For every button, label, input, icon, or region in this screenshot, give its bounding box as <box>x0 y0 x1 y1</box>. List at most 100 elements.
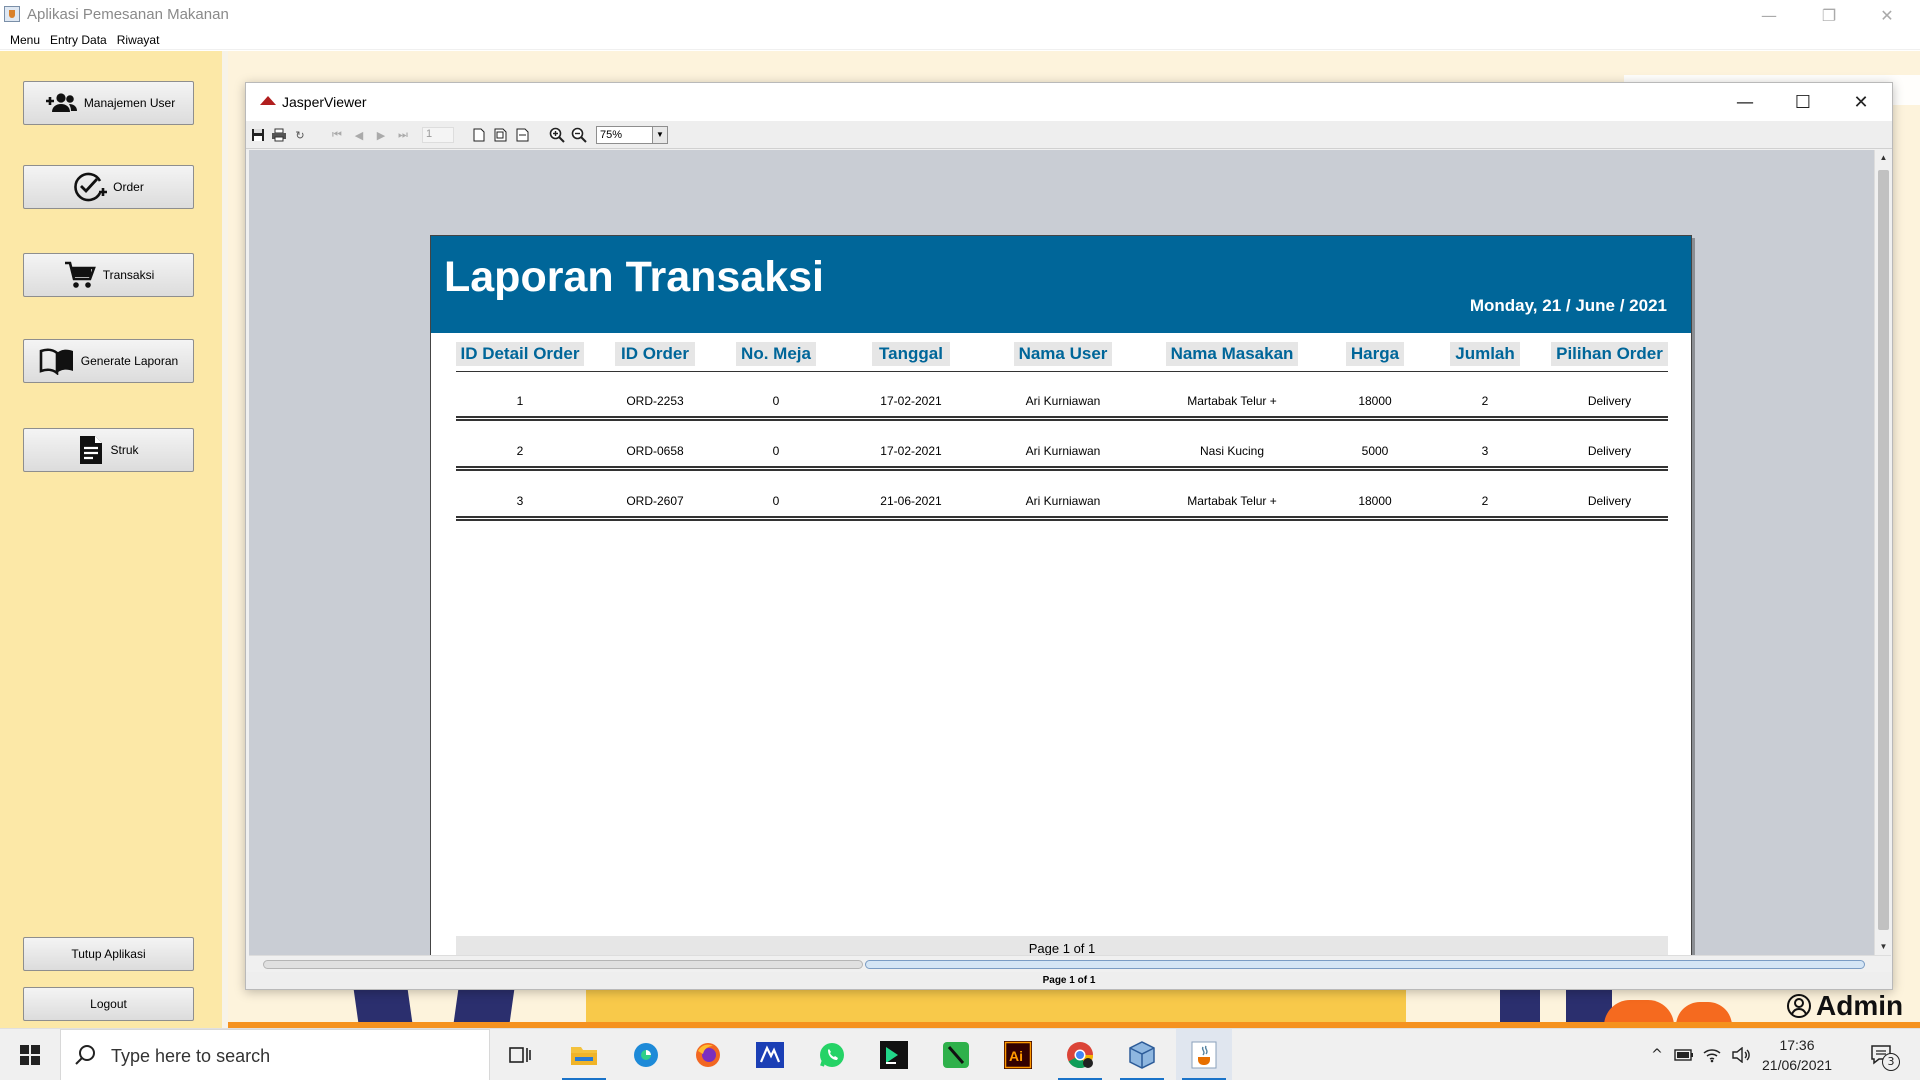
page-number-input[interactable]: 1 <box>422 127 454 143</box>
scroll-up-icon[interactable]: ▲ <box>1875 150 1892 166</box>
app-titlebar: Aplikasi Pemesanan Makanan — ❐ ✕ <box>0 0 1920 30</box>
table-cell: Martabak Telur + <box>1187 494 1277 508</box>
zoom-select[interactable]: 75% ▼ <box>596 126 668 144</box>
table-cell: Delivery <box>1587 494 1632 508</box>
cart-icon <box>64 261 96 288</box>
menu-riwayat[interactable]: Riwayat <box>112 30 165 49</box>
app-close-button[interactable]: ✕ <box>1858 0 1916 30</box>
start-button[interactable] <box>0 1029 60 1080</box>
jasper-status: Page 1 of 1 <box>246 972 1892 989</box>
report-header: Laporan Transaksi Monday, 21 / June / 20… <box>431 236 1691 333</box>
admin-label: Admin <box>1786 990 1903 1022</box>
actual-size-icon[interactable] <box>470 126 488 144</box>
fit-page-icon[interactable] <box>492 126 510 144</box>
decoration-shape <box>453 988 515 1024</box>
illustrator-icon[interactable]: Ai <box>990 1029 1046 1080</box>
menu-entry-data[interactable]: Entry Data <box>45 30 112 49</box>
notification-center-icon[interactable]: 3 <box>1862 1029 1902 1080</box>
column-header: ID Detail Order <box>456 342 584 366</box>
horizontal-scroll-track[interactable] <box>263 960 863 969</box>
edge-icon[interactable] <box>618 1029 674 1080</box>
jasper-minimize-button[interactable]: — <box>1716 87 1774 117</box>
report-viewport[interactable]: Laporan Transaksi Monday, 21 / June / 20… <box>249 150 1874 955</box>
struk-button[interactable]: Struk <box>23 428 194 472</box>
meta-app-icon[interactable] <box>742 1029 798 1080</box>
zoom-in-icon[interactable] <box>548 126 566 144</box>
table-cell: Nasi Kucing <box>1199 444 1265 458</box>
print-icon[interactable] <box>270 126 288 144</box>
column-header: Nama User <box>1014 342 1112 366</box>
jasper-viewer-window: JasperViewer — ☐ ✕ ↻ ⏮ ◀ ▶ ⏭ 1 75% ▼ Lap… <box>245 82 1893 990</box>
vertical-scrollbar[interactable]: ▲ ▼ <box>1874 150 1891 955</box>
app-minimize-button[interactable]: — <box>1740 0 1798 30</box>
battery-icon[interactable] <box>1672 1029 1696 1080</box>
manajemen-user-button[interactable]: Manajemen User <box>23 81 194 125</box>
previous-page-icon[interactable]: ◀ <box>350 126 368 144</box>
table-cell: 0 <box>772 394 780 408</box>
background-decoration <box>586 988 1406 1026</box>
scroll-down-icon[interactable]: ▼ <box>1875 939 1892 955</box>
volume-icon[interactable] <box>1728 1029 1754 1080</box>
jasper-logo-icon <box>260 96 276 105</box>
column-header: Tanggal <box>872 342 950 366</box>
table-cell: Delivery <box>1587 394 1632 408</box>
table-cell: Ari Kurniawan <box>1025 494 1101 508</box>
show-hidden-icons-icon[interactable]: ^ <box>1646 1029 1668 1080</box>
report-title: Laporan Transaksi <box>444 253 824 301</box>
row-divider <box>456 516 1668 521</box>
menu-bar: Menu Entry Data Riwayat <box>0 30 1920 50</box>
virtualbox-icon[interactable] <box>1114 1029 1170 1080</box>
add-users-icon <box>45 93 77 112</box>
chrome-icon[interactable] <box>1052 1029 1108 1080</box>
jasper-title: JasperViewer <box>282 94 367 110</box>
first-page-icon[interactable]: ⏮ <box>328 126 346 144</box>
task-view-icon[interactable] <box>492 1029 548 1080</box>
admin-text: Admin <box>1816 990 1904 1021</box>
vertical-scroll-thumb[interactable] <box>1878 170 1889 930</box>
taskbar-clock[interactable]: 17:36 21/06/2021 <box>1762 1035 1832 1075</box>
order-check-icon <box>74 172 108 202</box>
table-cell: ORD-2253 <box>626 394 684 408</box>
sidebar: Manajemen User Order Transaksi Generate … <box>0 51 222 1028</box>
table-cell: Ari Kurniawan <box>1025 394 1101 408</box>
taskbar: Type here to search Ai ^ 17:36 21/06/202… <box>0 1028 1920 1080</box>
last-page-icon[interactable]: ⏭ <box>394 126 412 144</box>
jetbrains-icon[interactable] <box>866 1029 922 1080</box>
whatsapp-icon[interactable] <box>804 1029 860 1080</box>
book-icon <box>39 348 73 375</box>
report-page-footer: Page 1 of 1 <box>456 936 1668 955</box>
clock-time: 17:36 <box>1779 1037 1815 1053</box>
header-divider <box>456 371 1668 372</box>
wifi-icon[interactable] <box>1700 1029 1724 1080</box>
firefox-icon[interactable] <box>680 1029 736 1080</box>
save-icon[interactable] <box>249 126 267 144</box>
table-cell: 2 <box>1481 494 1489 508</box>
chevron-down-icon[interactable]: ▼ <box>652 127 667 143</box>
taskbar-search[interactable]: Type here to search <box>60 1029 490 1080</box>
table-cell: 0 <box>772 444 780 458</box>
notepad-plus-icon[interactable] <box>928 1029 984 1080</box>
table-cell: 1 <box>516 394 524 408</box>
zoom-out-icon[interactable] <box>570 126 588 144</box>
search-placeholder: Type here to search <box>111 1046 271 1066</box>
file-explorer-icon[interactable] <box>556 1029 612 1080</box>
table-cell: ORD-0658 <box>626 444 684 458</box>
jasper-maximize-button[interactable]: ☐ <box>1774 87 1832 117</box>
menu-menu[interactable]: Menu <box>0 30 45 49</box>
logout-button[interactable]: Logout <box>23 987 194 1021</box>
reload-icon[interactable]: ↻ <box>291 126 309 144</box>
order-button[interactable]: Order <box>23 165 194 209</box>
java-icon[interactable] <box>1176 1029 1232 1080</box>
app-restore-button[interactable]: ❐ <box>1800 0 1858 30</box>
jasper-close-button[interactable]: ✕ <box>1832 87 1890 117</box>
java-app-icon <box>4 6 20 22</box>
fit-width-icon[interactable] <box>514 126 532 144</box>
transaksi-button[interactable]: Transaksi <box>23 253 194 297</box>
next-page-icon[interactable]: ▶ <box>372 126 390 144</box>
tutup-aplikasi-button[interactable]: Tutup Aplikasi <box>23 937 194 971</box>
horizontal-scrollbar[interactable] <box>249 955 1891 971</box>
generate-laporan-button[interactable]: Generate Laporan <box>23 339 194 383</box>
horizontal-scroll-thumb[interactable] <box>865 960 1865 969</box>
report-date: Monday, 21 / June / 2021 <box>1469 296 1667 315</box>
column-header: Pilihan Order <box>1551 342 1668 366</box>
